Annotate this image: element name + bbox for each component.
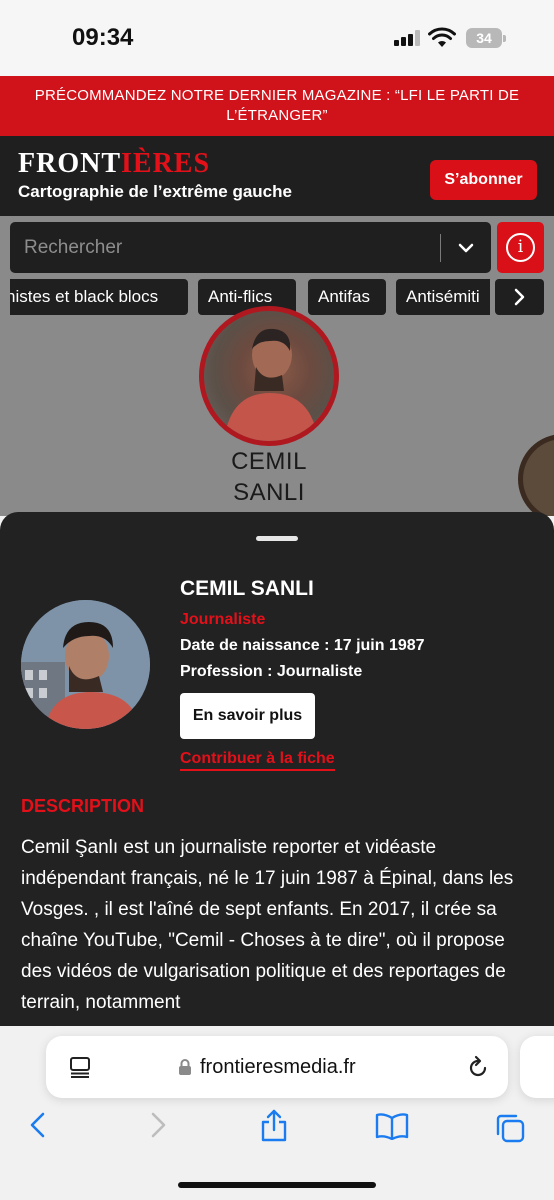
profile-bottom-sheet: CEMIL SANLI Journaliste Date de naissanc… (0, 512, 554, 1032)
chevron-right-icon (514, 288, 525, 306)
status-time: 09:34 (72, 24, 134, 51)
description-heading: DESCRIPTION (21, 796, 145, 816)
search-divider (440, 234, 441, 262)
person-silhouette-icon (224, 328, 318, 441)
page-background: Rechercher i nistes et black blocs Anti-… (0, 216, 554, 516)
background-adjacent-photo (518, 434, 554, 516)
search-box[interactable]: Rechercher (10, 222, 491, 273)
home-indicator (178, 1182, 376, 1188)
learn-more-button[interactable]: En savoir plus (180, 693, 315, 739)
site-logo[interactable]: FRONTIÈRES (18, 148, 210, 180)
lock-icon (179, 1059, 191, 1075)
profile-role: Journaliste (180, 611, 266, 628)
contribute-link[interactable]: Contribuer à la fiche (180, 750, 335, 771)
sheet-drag-handle[interactable] (256, 536, 298, 541)
tabs-icon[interactable] (494, 1112, 526, 1144)
back-icon[interactable] (26, 1110, 50, 1140)
profile-photo (21, 600, 150, 729)
category-chip[interactable]: Antisémiti (396, 279, 490, 315)
battery-icon: 34 (466, 28, 506, 48)
person-photo-icon (21, 600, 150, 729)
logo-accent: IÈRES (121, 148, 211, 179)
info-icon: i (506, 233, 535, 262)
subscribe-button[interactable]: S’abonner (430, 160, 537, 200)
status-bar: 09:34 34 (0, 0, 554, 76)
cellular-signal-icon (394, 30, 422, 46)
background-card-name: CEMIL SANLI (200, 446, 338, 508)
description-text: Cemil Şanlı est un journaliste reporter … (21, 837, 514, 1013)
site-tagline: Cartographie de l’extrême gauche (18, 182, 292, 201)
category-chip[interactable]: nistes et black blocs (10, 279, 188, 315)
forward-icon[interactable] (146, 1110, 170, 1140)
logo-main: FRONT (18, 148, 121, 179)
profile-birthdate: Date de naissance : 17 juin 1987 (180, 637, 425, 654)
address-bar[interactable]: frontieresmedia.fr (46, 1036, 508, 1098)
next-tab-peek[interactable] (520, 1036, 554, 1098)
search-input[interactable]: Rechercher (24, 237, 122, 259)
profile-profession: Profession : Journaliste (180, 663, 363, 680)
categories-next-button[interactable] (495, 279, 544, 315)
category-chip[interactable]: Antifas (308, 279, 386, 315)
info-button[interactable]: i (497, 222, 544, 273)
site-header: FRONTIÈRES Cartographie de l’extrême gau… (0, 136, 554, 216)
browser-toolbar: frontieresmedia.fr (0, 1026, 554, 1200)
chevron-down-icon[interactable] (456, 238, 476, 258)
background-card-name-line2: SANLI (233, 479, 305, 506)
url-text: frontieresmedia.fr (200, 1056, 356, 1078)
background-card-name-line1: CEMIL (231, 448, 307, 475)
reload-icon[interactable] (466, 1054, 490, 1080)
wifi-icon (428, 27, 456, 47)
profile-name: CEMIL SANLI (180, 577, 314, 600)
page-menu-icon[interactable] (68, 1055, 92, 1079)
promo-banner[interactable]: PRÉCOMMANDEZ NOTRE DERNIER MAGAZINE : “L… (0, 76, 554, 136)
bookmarks-icon[interactable] (374, 1112, 410, 1140)
share-icon[interactable] (259, 1108, 289, 1142)
background-profile-photo (199, 306, 339, 446)
